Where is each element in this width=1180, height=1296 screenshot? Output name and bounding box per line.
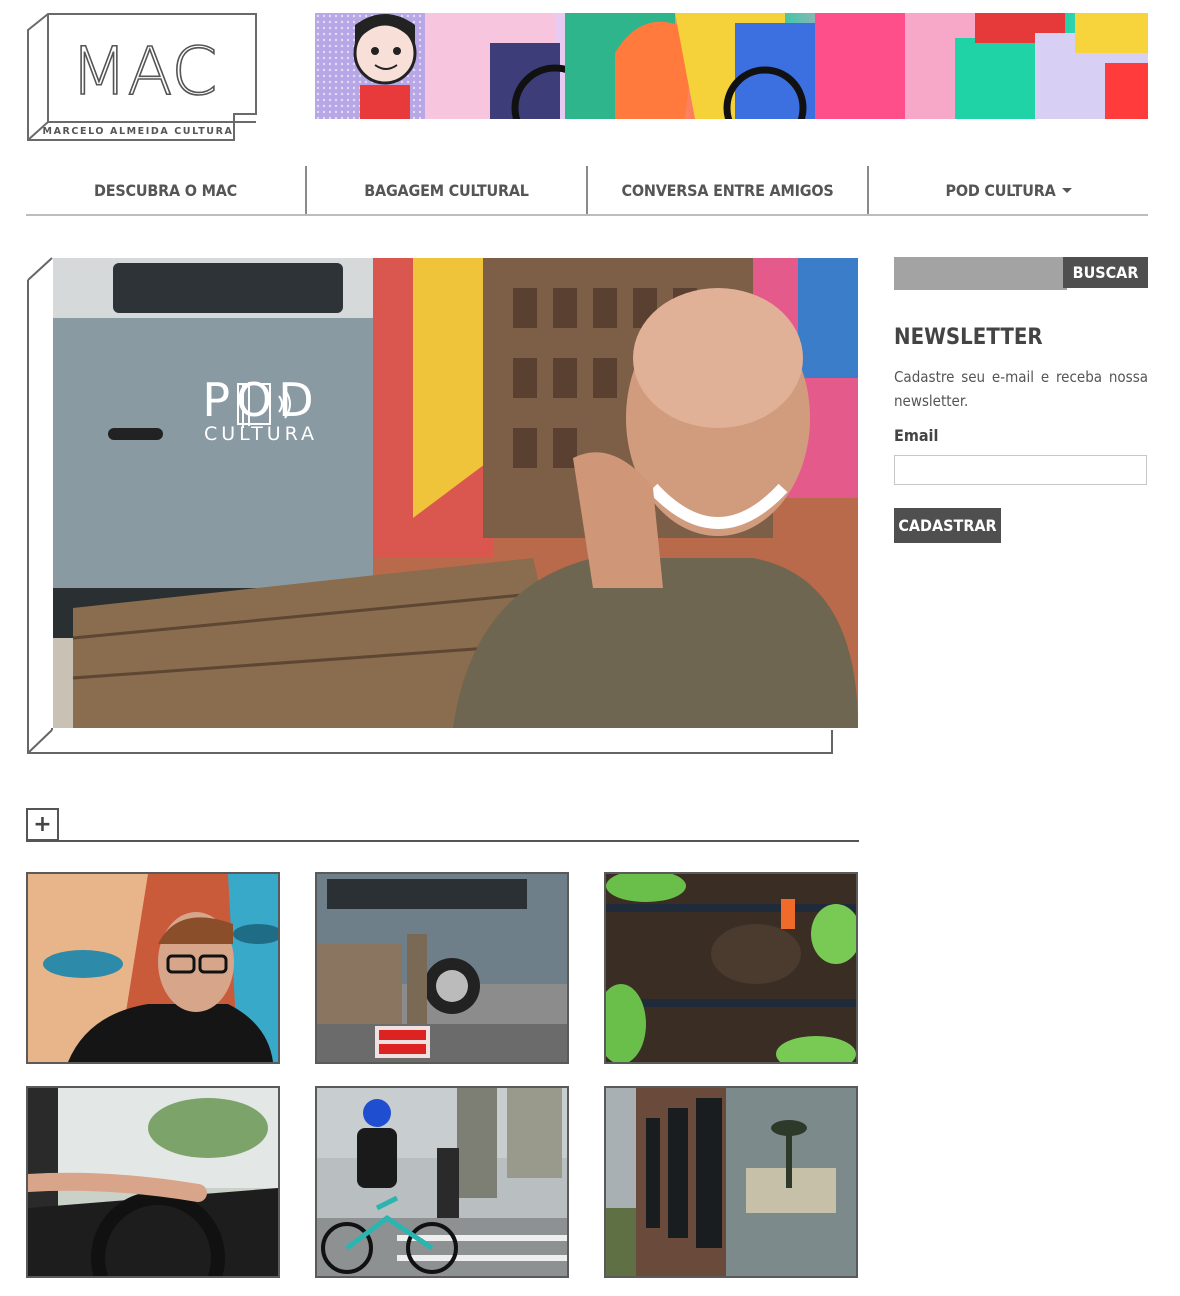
expand-more-button[interactable]: +	[26, 808, 59, 841]
newsletter-description: Cadastre seu e-mail e receba nossa newsl…	[894, 368, 1148, 410]
nav-item-label: POD CULTURA	[945, 180, 1056, 200]
site-logo[interactable]: MAC MARCELO ALMEIDA CULTURA	[26, 12, 262, 144]
thumbnail-cyclist-street[interactable]	[315, 1086, 569, 1278]
email-label: Email	[894, 426, 939, 445]
logo-tagline: MARCELO ALMEIDA CULTURA	[43, 126, 234, 137]
thumbnail-portrait-graffiti[interactable]	[26, 872, 280, 1064]
nav-item-label: BAGAGEM CULTURAL	[364, 180, 529, 200]
thumbnail-steering-wheel[interactable]	[26, 1086, 280, 1278]
section-divider	[26, 840, 859, 842]
nav-item-label: DESCUBRA O MAC	[93, 180, 238, 200]
nav-item-bagagem-cultural[interactable]: BAGAGEM CULTURAL	[307, 166, 586, 214]
logo-mark: MAC	[70, 33, 217, 110]
nav-item-label: CONVERSA ENTRE AMIGOS	[621, 180, 834, 200]
thumbnail-garden-soil[interactable]	[604, 872, 858, 1064]
pod-logo-subtitle: CULTURA	[203, 423, 319, 445]
nav-item-conversa-entre-amigos[interactable]: CONVERSA ENTRE AMIGOS	[588, 166, 867, 214]
search-button[interactable]: BUSCAR	[1063, 257, 1148, 288]
pod-cultura-logo: POD CULTURA	[201, 376, 321, 444]
hero-image[interactable]: POD CULTURA	[53, 258, 858, 728]
newsletter-title: NEWSLETTER	[894, 325, 1043, 350]
subscribe-button[interactable]: CADASTRAR	[894, 508, 1001, 543]
thumbnail-train-window[interactable]	[604, 1086, 858, 1278]
nav-item-descubra-o-mac[interactable]: DESCUBRA O MAC	[26, 166, 305, 214]
plus-icon: +	[33, 812, 52, 837]
email-field[interactable]	[894, 455, 1147, 485]
pod-logo-title: POD	[202, 373, 320, 427]
header-banner-mural	[315, 13, 1148, 119]
nav-item-pod-cultura[interactable]: POD CULTURA	[869, 166, 1148, 214]
main-nav: DESCUBRA O MAC BAGAGEM CULTURAL CONVERSA…	[26, 166, 1148, 216]
thumbnail-van-bench[interactable]	[315, 872, 569, 1064]
search-input[interactable]	[894, 257, 1067, 290]
caret-down-icon	[1061, 187, 1072, 193]
